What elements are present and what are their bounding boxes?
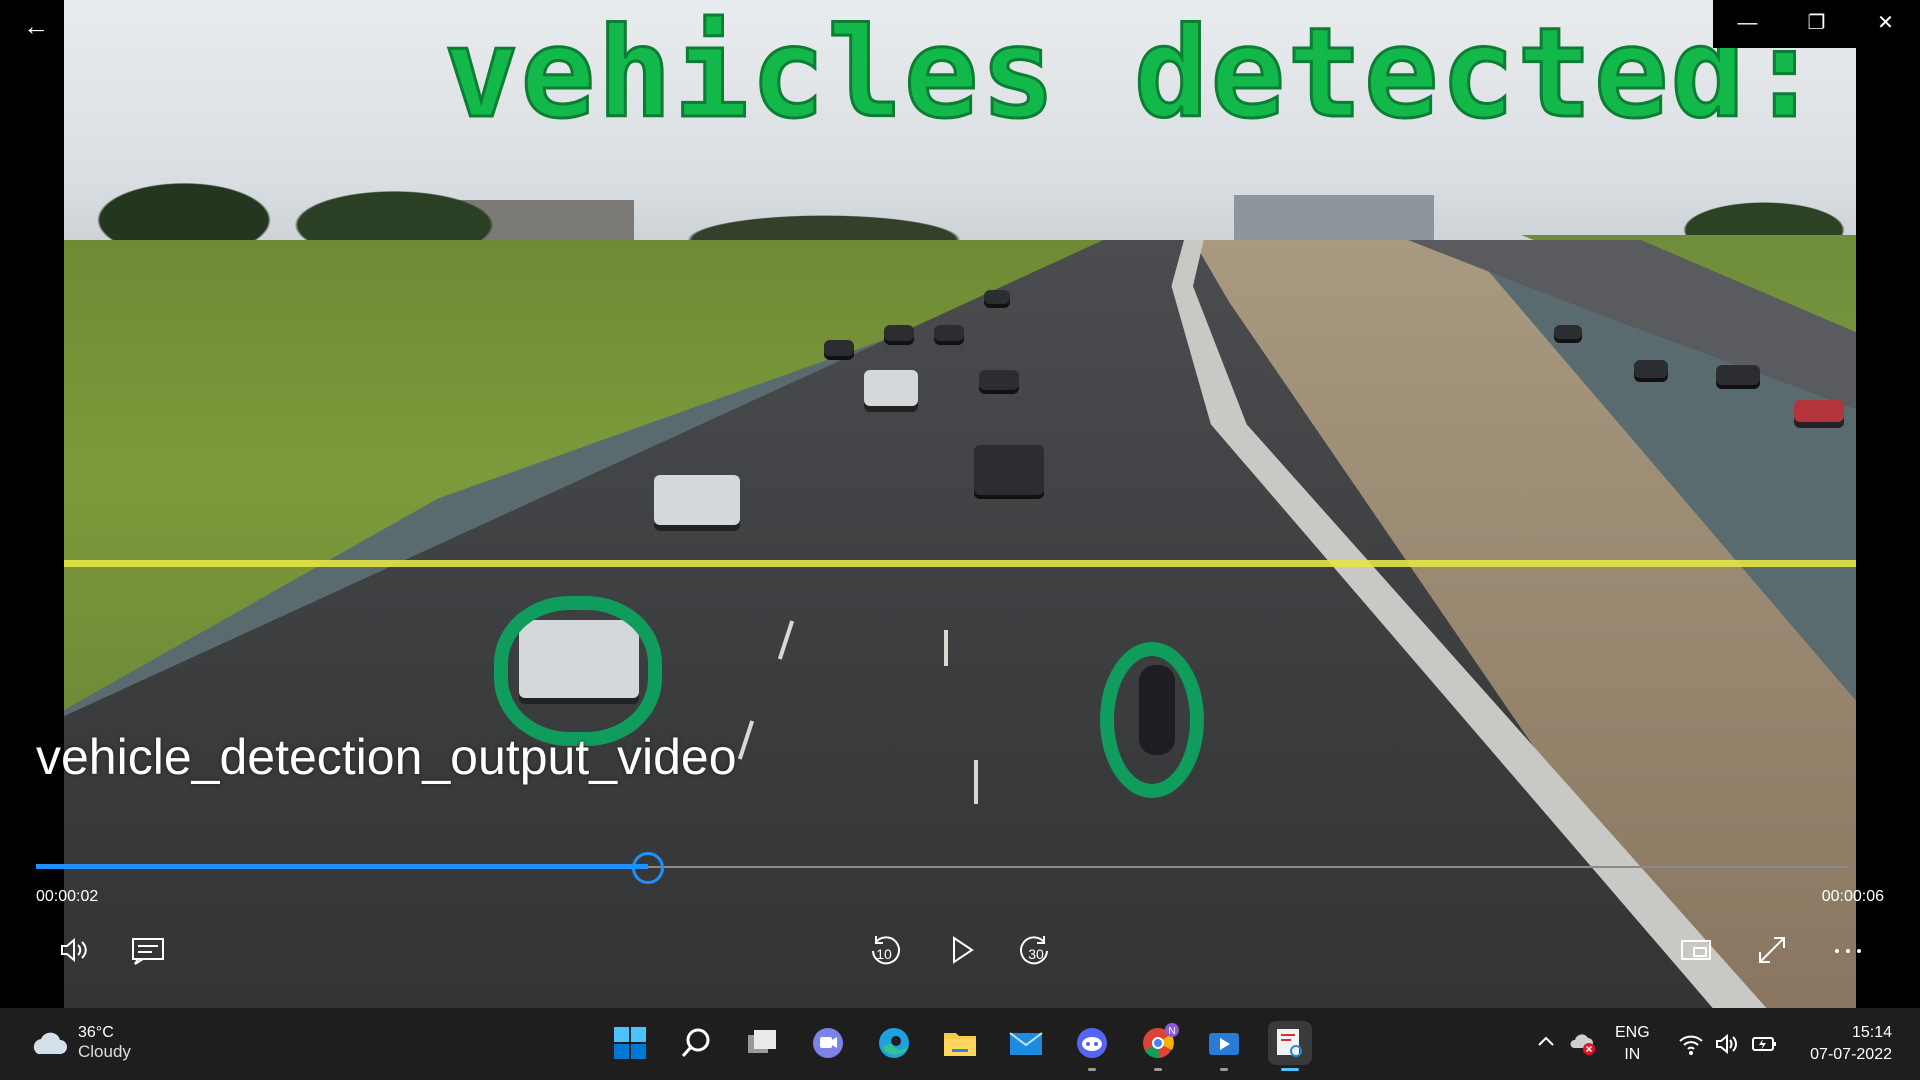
lane-mark bbox=[944, 630, 948, 666]
task-view-button[interactable] bbox=[740, 1021, 784, 1065]
skip-back-button[interactable]: 10 bbox=[864, 930, 904, 970]
car bbox=[1794, 400, 1844, 422]
car bbox=[1716, 365, 1760, 385]
snipping-tool-button[interactable] bbox=[1268, 1021, 1312, 1071]
clock-date: 07-07-2022 bbox=[1810, 1046, 1892, 1063]
search-icon bbox=[681, 1028, 710, 1057]
windows-logo-icon bbox=[614, 1027, 646, 1059]
speaker-icon[interactable] bbox=[1714, 1032, 1740, 1056]
more-options-button[interactable] bbox=[1828, 930, 1868, 970]
clock-time: 15:14 bbox=[1851, 1024, 1892, 1041]
volume-button[interactable] bbox=[54, 930, 94, 970]
snipping-tool-icon bbox=[1277, 1029, 1302, 1057]
language-region: IN bbox=[1624, 1046, 1641, 1063]
edge-icon bbox=[879, 1028, 909, 1058]
car bbox=[934, 325, 964, 341]
mail-button[interactable] bbox=[1004, 1021, 1048, 1065]
chrome-button[interactable]: N bbox=[1136, 1021, 1180, 1071]
running-indicator bbox=[1154, 1068, 1162, 1071]
taskbar-apps: N bbox=[608, 1021, 1312, 1071]
teams-chat-icon bbox=[813, 1028, 843, 1058]
system-clock[interactable]: 15:14 07-07-2022 bbox=[1790, 1022, 1892, 1066]
skip-forward-icon: 30 bbox=[1020, 936, 1048, 965]
language-code: ENG bbox=[1615, 1024, 1650, 1041]
car bbox=[884, 325, 914, 341]
folder-icon bbox=[944, 1033, 976, 1056]
mini-view-button[interactable] bbox=[1676, 930, 1716, 970]
mail-icon bbox=[1009, 1032, 1043, 1055]
current-time: 00:00:02 bbox=[36, 888, 99, 905]
wifi-icon[interactable] bbox=[1678, 1032, 1704, 1056]
chrome-icon: N bbox=[1143, 1023, 1179, 1059]
input-language[interactable]: ENG IN bbox=[1615, 1022, 1650, 1066]
total-duration: 00:00:06 bbox=[1821, 888, 1884, 905]
skip-forward-label: 30 bbox=[1028, 946, 1044, 962]
lane-mark bbox=[974, 760, 978, 804]
captions-icon bbox=[132, 938, 164, 965]
seek-thumb[interactable] bbox=[632, 852, 664, 884]
car bbox=[984, 290, 1010, 304]
discord-icon bbox=[1077, 1028, 1107, 1058]
counting-line bbox=[64, 560, 1856, 567]
car bbox=[974, 445, 1044, 495]
movies-tv-button[interactable] bbox=[1202, 1021, 1246, 1071]
cloud-icon bbox=[33, 1032, 67, 1054]
running-indicator bbox=[1088, 1068, 1096, 1071]
onedrive-error-icon[interactable] bbox=[1570, 1030, 1596, 1056]
weather-widget[interactable]: 36°C Cloudy bbox=[28, 1024, 131, 1062]
car bbox=[979, 370, 1019, 390]
back-arrow-icon[interactable]: ← bbox=[18, 8, 54, 44]
discord-button[interactable] bbox=[1070, 1021, 1114, 1071]
captions-button[interactable] bbox=[128, 930, 168, 970]
play-button[interactable] bbox=[942, 930, 982, 970]
skip-back-icon: 10 bbox=[872, 936, 900, 965]
seek-progress-fill bbox=[36, 864, 648, 869]
skip-back-label: 10 bbox=[876, 946, 892, 962]
car bbox=[1634, 360, 1668, 378]
minimize-button[interactable]: — bbox=[1713, 0, 1782, 48]
battery-charging-icon[interactable] bbox=[1750, 1032, 1778, 1056]
chrome-profile-badge: N bbox=[1168, 1026, 1175, 1037]
car bbox=[864, 370, 918, 406]
skip-forward-button[interactable]: 30 bbox=[1016, 930, 1056, 970]
weather-condition: Cloudy bbox=[78, 1042, 131, 1061]
video-title: vehicle_detection_output_video bbox=[36, 729, 737, 785]
play-icon bbox=[953, 936, 974, 964]
fullscreen-icon bbox=[1759, 937, 1785, 963]
active-app-indicator bbox=[1281, 1068, 1299, 1071]
restore-button[interactable]: ❐ bbox=[1782, 0, 1851, 48]
movies-tv-icon bbox=[1209, 1033, 1239, 1055]
car bbox=[654, 475, 740, 525]
file-explorer-button[interactable] bbox=[938, 1021, 982, 1065]
taskbar: 36°C Cloudy N ENG IN 15:14 07-07-2022 bbox=[0, 1008, 1920, 1080]
window-controls: — ❐ ✕ bbox=[1713, 0, 1920, 48]
volume-icon bbox=[61, 937, 87, 963]
car bbox=[824, 340, 854, 356]
weather-temperature: 36°C bbox=[78, 1024, 114, 1041]
search-button[interactable] bbox=[674, 1021, 718, 1065]
more-icon bbox=[1835, 949, 1861, 953]
teams-chat-button[interactable] bbox=[806, 1021, 850, 1065]
fullscreen-button[interactable] bbox=[1752, 930, 1792, 970]
chevron-up-icon[interactable] bbox=[1536, 1032, 1556, 1052]
car bbox=[1554, 325, 1582, 339]
mini-view-icon bbox=[1681, 940, 1711, 960]
start-button[interactable] bbox=[608, 1021, 652, 1065]
detection-count-overlay: vehicles detected: 2 bbox=[442, 1, 1856, 148]
task-view-icon bbox=[748, 1030, 776, 1053]
detection-outline bbox=[494, 596, 662, 746]
close-button[interactable]: ✕ bbox=[1851, 0, 1920, 48]
edge-button[interactable] bbox=[872, 1021, 916, 1065]
detection-outline bbox=[1100, 642, 1204, 798]
running-indicator bbox=[1220, 1068, 1228, 1071]
video-frame[interactable]: vehicles detected: 2 bbox=[64, 0, 1856, 1008]
